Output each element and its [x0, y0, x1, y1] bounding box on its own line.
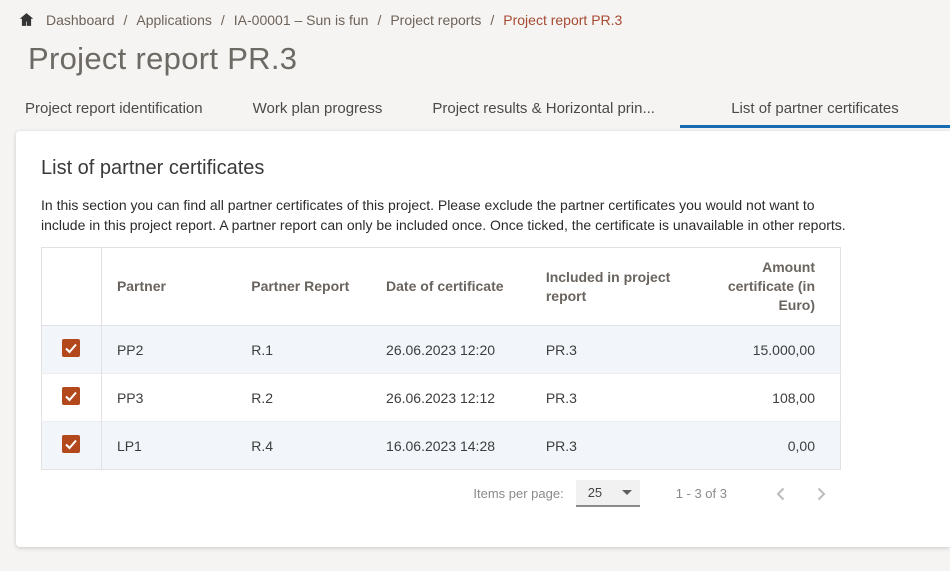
row-checkbox-checked[interactable]: [62, 435, 80, 453]
partner-certificates-table: Partner Partner Report Date of certifica…: [41, 247, 841, 470]
breadcrumb-item-applications[interactable]: Applications: [136, 12, 212, 28]
table-row: PP3 R.2 26.06.2023 12:12 PR.3 108,00: [42, 374, 841, 422]
header-partner: Partner: [101, 248, 241, 326]
previous-page-button[interactable]: [769, 482, 793, 506]
next-page-button[interactable]: [809, 482, 833, 506]
cell-date: 26.06.2023 12:20: [376, 326, 536, 374]
content-card: List of partner certificates In this sec…: [16, 131, 950, 547]
tab-list-of-partner-certificates[interactable]: List of partner certificates: [680, 92, 950, 128]
tab-work-plan-progress[interactable]: Work plan progress: [228, 92, 408, 128]
items-per-page-select[interactable]: 25: [576, 480, 640, 507]
cell-partner-report: R.4: [241, 422, 376, 470]
cell-partner: PP3: [101, 374, 241, 422]
breadcrumb-separator: /: [377, 12, 381, 28]
chevron-right-icon: [809, 482, 833, 506]
breadcrumb-item-project-reports[interactable]: Project reports: [390, 12, 481, 28]
table-header-row: Partner Partner Report Date of certifica…: [42, 248, 841, 326]
cell-included: PR.3: [536, 326, 683, 374]
row-checkbox-checked[interactable]: [62, 339, 80, 357]
cell-date: 26.06.2023 12:12: [376, 374, 536, 422]
row-checkbox-checked[interactable]: [62, 387, 80, 405]
header-partner-report: Partner Report: [241, 248, 376, 326]
tab-project-report-identification[interactable]: Project report identification: [0, 92, 228, 128]
cell-partner: PP2: [101, 326, 241, 374]
paginator-range-label: 1 - 3 of 3: [676, 486, 727, 501]
cell-date: 16.06.2023 14:28: [376, 422, 536, 470]
section-description: In this section you can find all partner…: [41, 195, 853, 235]
chevron-down-icon: [622, 490, 632, 495]
cell-partner-report: R.2: [241, 374, 376, 422]
breadcrumb-item-current-report: Project report PR.3: [503, 12, 622, 28]
header-checkbox-column: [42, 248, 102, 326]
paginator: Items per page: 25 1 - 3 of 3: [41, 480, 841, 507]
items-per-page-value: 25: [588, 485, 622, 500]
cell-included: PR.3: [536, 422, 683, 470]
items-per-page-label: Items per page:: [473, 486, 563, 501]
breadcrumb-separator: /: [124, 12, 128, 28]
home-icon[interactable]: [18, 11, 35, 28]
cell-amount: 108,00: [683, 374, 841, 422]
cell-partner: LP1: [101, 422, 241, 470]
cell-partner-report: R.1: [241, 326, 376, 374]
header-amount-certificate: Amount certificate (in Euro): [683, 248, 841, 326]
cell-included: PR.3: [536, 374, 683, 422]
breadcrumb-separator: /: [221, 12, 225, 28]
chevron-left-icon: [769, 482, 793, 506]
cell-amount: 0,00: [683, 422, 841, 470]
cell-amount: 15.000,00: [683, 326, 841, 374]
header-included-in-project-report: Included in project report: [536, 248, 683, 326]
tab-project-results[interactable]: Project results & Horizontal prin...: [407, 92, 680, 128]
table-row: PP2 R.1 26.06.2023 12:20 PR.3 15.000,00: [42, 326, 841, 374]
breadcrumb-separator: /: [490, 12, 494, 28]
table-row: LP1 R.4 16.06.2023 14:28 PR.3 0,00: [42, 422, 841, 470]
tab-bar: Project report identification Work plan …: [0, 92, 950, 128]
header-date-of-certificate: Date of certificate: [376, 248, 536, 326]
breadcrumb-item-application[interactable]: IA-00001 – Sun is fun: [234, 12, 369, 28]
breadcrumb-item-dashboard[interactable]: Dashboard: [46, 12, 115, 28]
breadcrumb: Dashboard / Applications / IA-00001 – Su…: [0, 0, 950, 28]
section-heading: List of partner certificates: [41, 157, 926, 180]
page-title: Project report PR.3: [28, 41, 950, 77]
